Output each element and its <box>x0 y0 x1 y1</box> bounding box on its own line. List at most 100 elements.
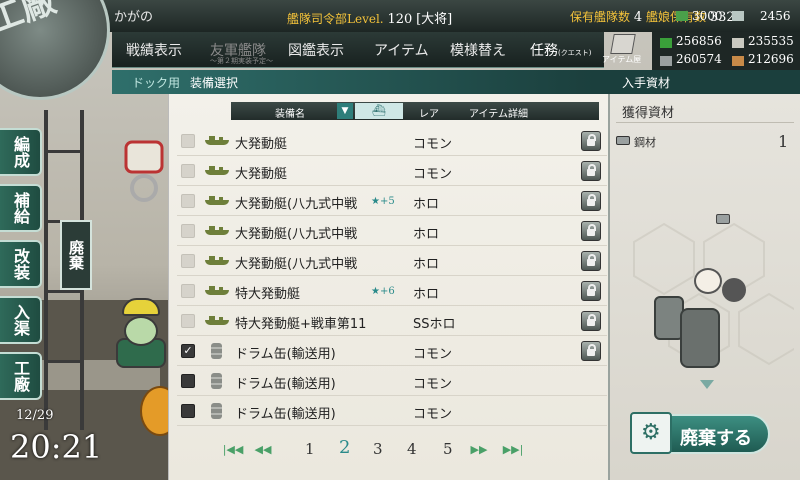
arsenal-scrap-tab[interactable]: 廃棄 <box>60 220 92 290</box>
equipment-rarity: コモン <box>413 407 453 422</box>
landing-craft-icon <box>205 226 229 235</box>
fuel-icon <box>660 38 672 48</box>
menu-items[interactable]: アイテム <box>374 40 429 60</box>
fairy-worker <box>116 298 166 368</box>
arsenal-emblem-mark: 工廠 <box>0 0 61 42</box>
obtained-resources-panel: 獲得資材 鋼材 1 廃棄する <box>608 94 800 480</box>
ship-filter-icon[interactable]: ⛴ <box>355 103 403 119</box>
table-row[interactable]: ドラム缶(輸送用) コモン <box>177 366 607 396</box>
landing-craft-icon <box>205 316 229 325</box>
side-nav-resupply[interactable]: 補給 <box>0 184 42 232</box>
scrap-button[interactable]: 廃棄する <box>630 412 770 454</box>
table-row[interactable]: 特大発動艇 ★+6 ホロ <box>177 276 607 306</box>
row-checkbox[interactable] <box>181 194 195 208</box>
menu-sortie-record[interactable]: 戦績表示 <box>126 40 182 60</box>
row-checkbox[interactable] <box>181 134 195 148</box>
equipment-rarity: SSホロ <box>413 317 456 332</box>
scrap-gear-icon <box>630 412 672 454</box>
top-status-bar: かがの 艦隊司令部Level. 120 [大将] 保有艦隊数 4 艦娘保有数 3… <box>100 0 800 32</box>
table-row[interactable]: ✓ ドラム缶(輸送用) コモン <box>177 336 607 366</box>
table-row[interactable]: ドラム缶(輸送用) コモン <box>177 396 607 426</box>
drum-right <box>680 308 720 368</box>
row-checkbox[interactable] <box>181 254 195 268</box>
gear-decoration <box>124 136 164 206</box>
ships-label: 保有艦隊数 <box>570 10 631 24</box>
page-1[interactable]: 1 <box>305 440 315 458</box>
steel-icon <box>660 56 672 66</box>
page-5[interactable]: 5 <box>443 440 453 458</box>
menu-friend-fleet-sub: ～第２期実装予定～ <box>210 57 273 65</box>
page-4[interactable]: 4 <box>407 440 417 458</box>
equipment-name: 大発動艇(八九式中戦 <box>235 197 358 212</box>
drum-canister-icon <box>211 403 222 419</box>
row-checkbox[interactable] <box>181 284 195 298</box>
obtained-resources-header: 入手資材 <box>622 76 671 90</box>
equipment-rarity: コモン <box>413 377 453 392</box>
steel-value: 260574 <box>676 52 722 66</box>
page-2-current[interactable]: 2 <box>339 437 350 458</box>
clock-date: 12/29 <box>16 408 54 423</box>
menu-quest[interactable]: 任務(クエスト) <box>530 40 591 60</box>
breadcrumb-dock: ドック用 <box>132 76 181 90</box>
table-row[interactable]: 大発動艇(八九式中戦 ★+5 ホロ <box>177 186 607 216</box>
menu-remodel[interactable]: 模様替え <box>450 40 506 60</box>
crane-beam <box>48 290 80 340</box>
pagination: |◀◀ ◀◀ 1 2 3 4 5 ▶▶ ▶▶| <box>221 436 551 462</box>
table-row[interactable]: 特大発動艇+戦車第11 SSホロ <box>177 306 607 336</box>
divider <box>616 122 794 123</box>
row-checkbox[interactable] <box>181 374 195 388</box>
lock-icon[interactable] <box>581 161 601 181</box>
page-3[interactable]: 3 <box>373 440 383 458</box>
first-page-icon[interactable]: |◀◀ <box>221 444 245 456</box>
row-checkbox[interactable] <box>181 224 195 238</box>
crane-beam <box>48 360 80 410</box>
equipment-name: 大発動艇 <box>235 137 288 152</box>
lock-icon[interactable] <box>581 251 601 271</box>
prev-page-icon[interactable]: ◀◀ <box>251 444 275 456</box>
side-nav-remodel[interactable]: 改装 <box>0 240 42 288</box>
bucket-icon <box>676 11 688 21</box>
equipment-name: 特大発動艇+戦車第11 <box>235 317 367 332</box>
fairy-face <box>124 316 158 346</box>
equipment-name: ドラム缶(輸送用) <box>235 407 336 422</box>
row-checkbox[interactable] <box>181 314 195 328</box>
lock-icon[interactable] <box>581 281 601 301</box>
table-row[interactable]: 大発動艇 コモン <box>177 156 607 186</box>
lock-icon[interactable] <box>581 131 601 151</box>
devmat-icon <box>732 11 744 21</box>
side-nav-arsenal[interactable]: 工廠 <box>0 352 42 400</box>
equipment-rarity: コモン <box>413 167 453 182</box>
obtained-title: 獲得資材 <box>622 106 675 121</box>
menu-library[interactable]: 図鑑表示 <box>288 40 344 60</box>
scrap-button-label: 廃棄する <box>680 428 752 449</box>
lock-icon[interactable] <box>581 191 601 211</box>
lock-icon[interactable] <box>581 341 601 361</box>
equipment-rarity: ホロ <box>413 227 440 242</box>
landing-craft-icon <box>205 286 229 295</box>
devmat-count: 2456 <box>760 9 791 23</box>
table-row[interactable]: 大発動艇(八九式中戦 ホロ <box>177 216 607 246</box>
equipment-name: ドラム缶(輸送用) <box>235 347 336 362</box>
row-checkbox[interactable] <box>181 404 195 418</box>
equipment-rarity: コモン <box>413 347 453 362</box>
lock-icon[interactable] <box>581 311 601 331</box>
row-checkbox[interactable] <box>181 164 195 178</box>
admiral-name: かがの <box>114 10 154 25</box>
sub-header: ドック用 装備選択 入手資材 <box>112 70 800 94</box>
last-page-icon[interactable]: ▶▶| <box>501 444 525 456</box>
main-menu-bar: 戦績表示 友軍艦隊 ～第２期実装予定～ 図鑑表示 アイテム 模様替え 任務(クエ… <box>112 32 604 68</box>
sort-dropdown-icon[interactable]: ▼ <box>337 103 353 119</box>
row-checkbox[interactable]: ✓ <box>181 344 195 358</box>
side-nav-repair[interactable]: 入渠 <box>0 296 42 344</box>
table-row[interactable]: 大発動艇(八九式中戦 ホロ <box>177 246 607 276</box>
table-row[interactable]: 大発動艇 コモン <box>177 126 607 156</box>
lock-icon[interactable] <box>581 221 601 241</box>
side-nav-organize[interactable]: 編成 <box>0 128 42 176</box>
item-shop-button[interactable]: アイテム屋 <box>600 34 652 66</box>
equipment-name: 大発動艇(八九式中戦 <box>235 257 358 272</box>
scrap-fairy <box>654 268 764 388</box>
iron-ball <box>722 278 746 302</box>
next-page-icon[interactable]: ▶▶ <box>467 444 491 456</box>
bauxite-value: 212696 <box>748 52 794 66</box>
hq-level: 艦隊司令部Level. 120 [大将] <box>287 8 452 27</box>
